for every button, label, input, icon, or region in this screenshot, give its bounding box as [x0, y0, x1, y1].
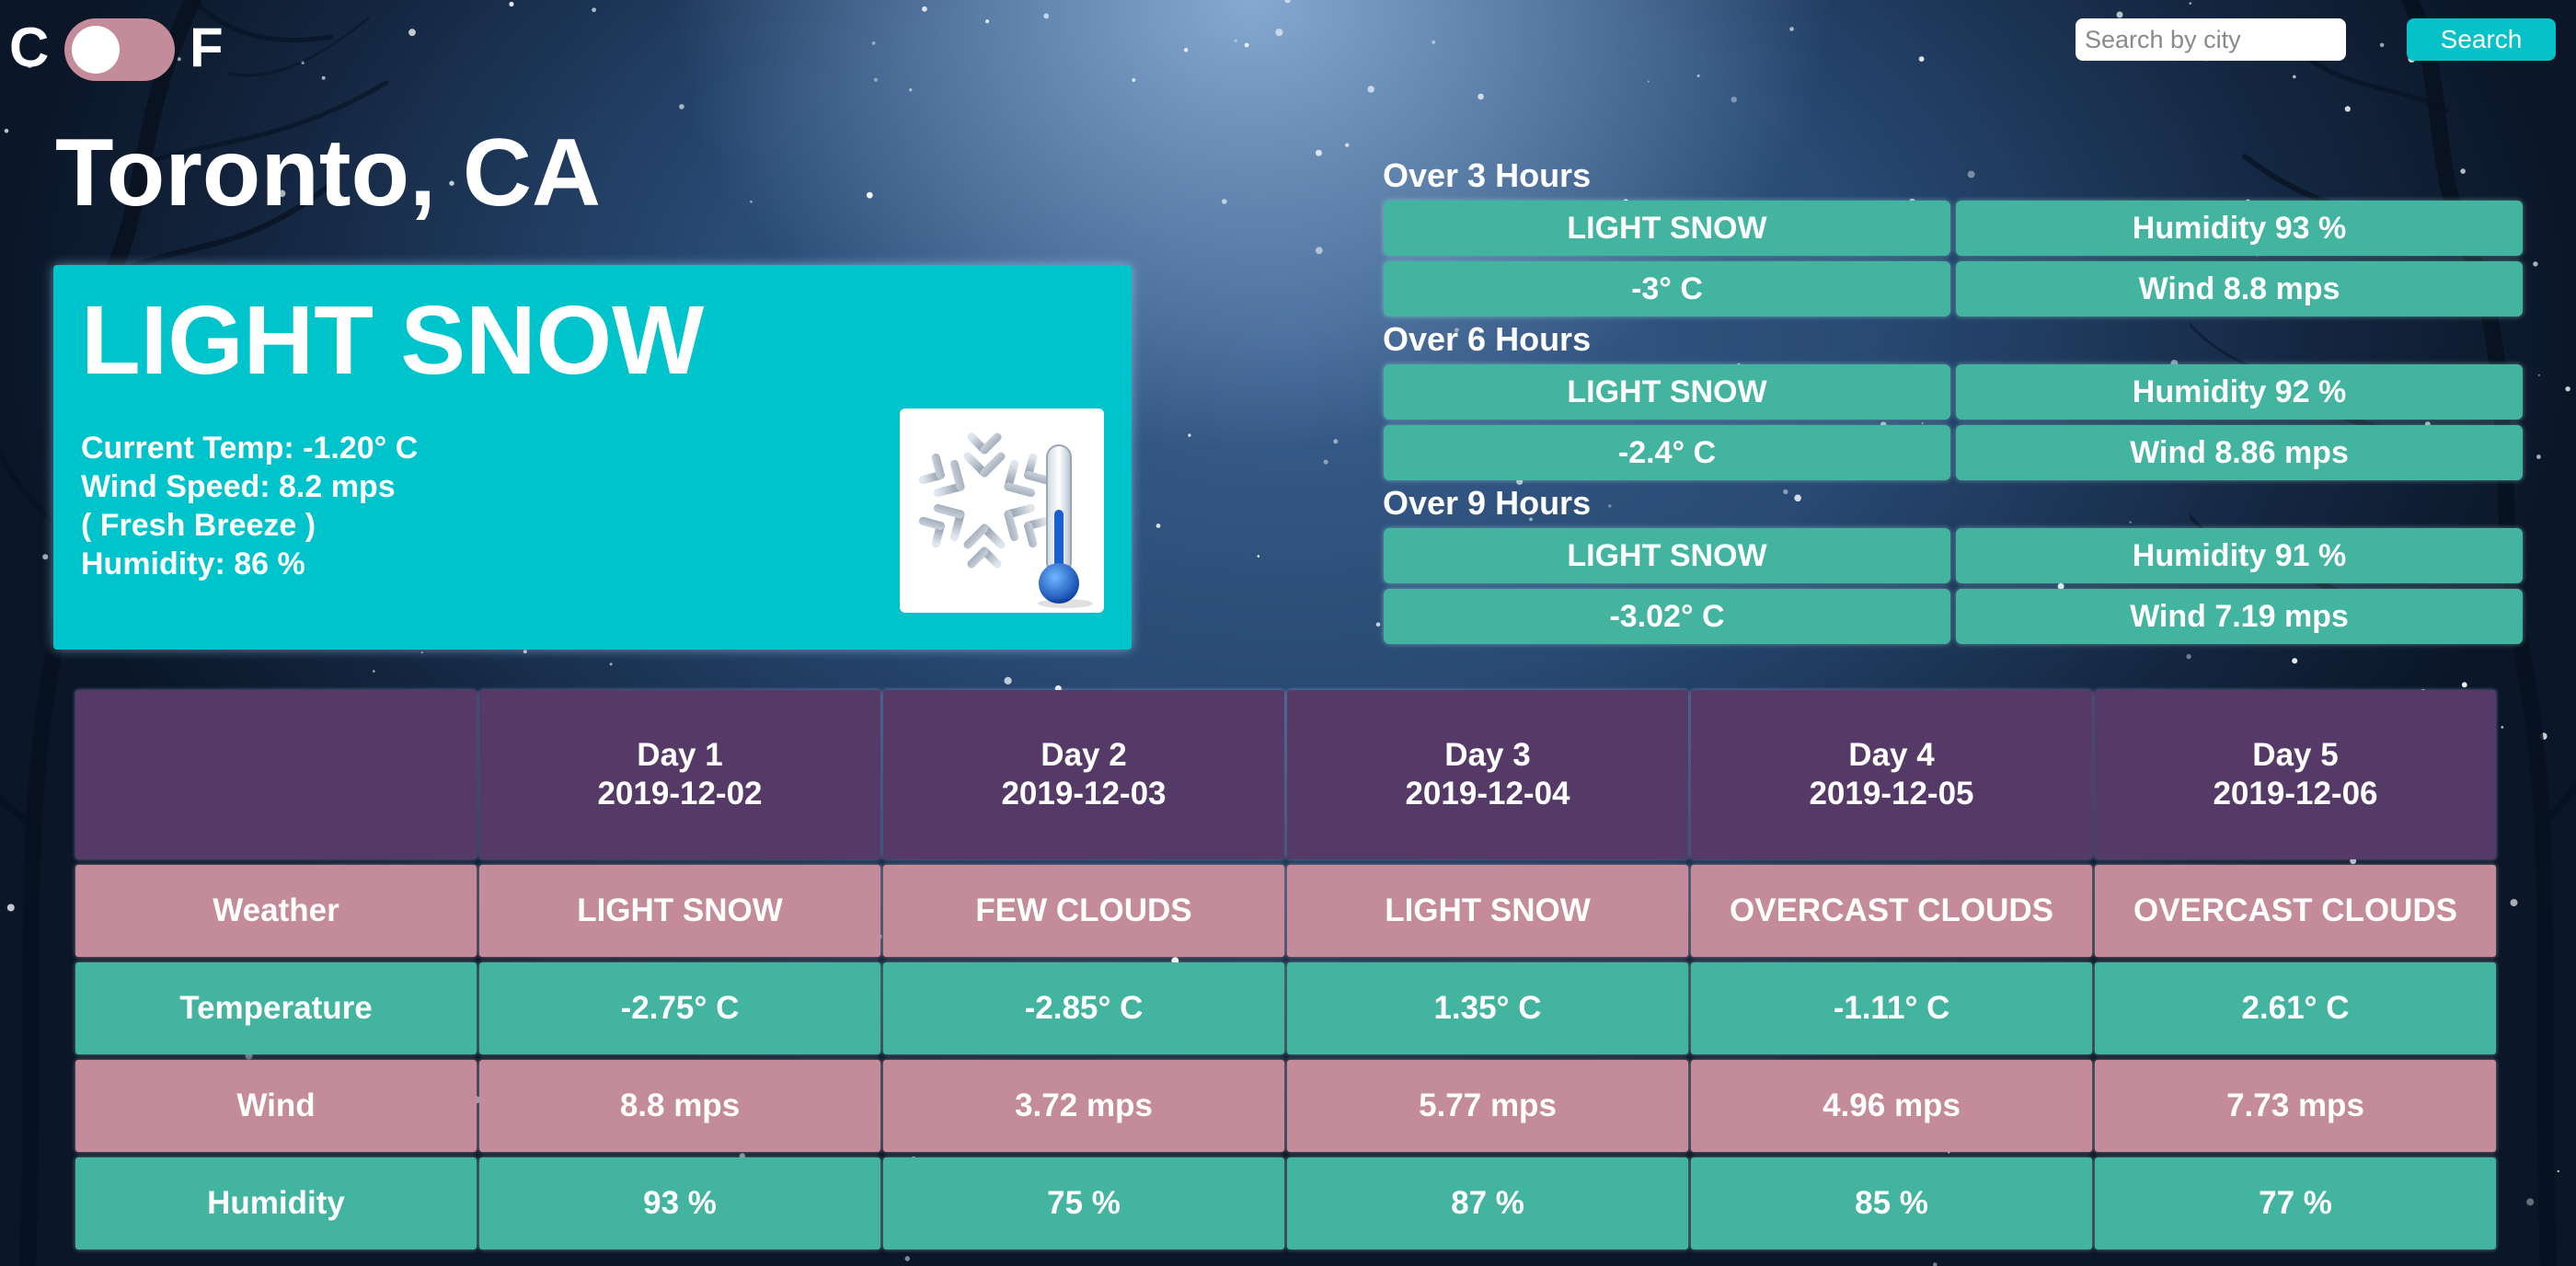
- temperature-cell: -2.85° C: [883, 962, 1284, 1054]
- hourly-wind: Wind 8.86 mps: [1956, 425, 2523, 480]
- hourly-humidity: Humidity 91 %: [1956, 528, 2523, 583]
- city-title: Toronto, CA: [55, 120, 602, 226]
- hourly-title: Over 3 Hours: [1383, 156, 1592, 194]
- day-header: Day 2 2019-12-03: [883, 690, 1284, 859]
- hourly-description: LIGHT SNOW: [1384, 364, 1950, 420]
- snowflake-thermometer-icon: [900, 409, 1104, 613]
- weather-cell: OVERCAST CLOUDS: [1691, 865, 2092, 957]
- wind-cell: 4.96 mps: [1691, 1060, 2092, 1152]
- day-date: 2019-12-02: [597, 776, 763, 811]
- fahrenheit-label: F: [190, 17, 224, 78]
- day-date: 2019-12-05: [1809, 776, 1974, 811]
- table-corner-cell: [75, 690, 477, 859]
- humidity-cell: 87 %: [1287, 1157, 1688, 1249]
- weather-cell: LIGHT SNOW: [1287, 865, 1688, 957]
- temperature-cell: 1.35° C: [1287, 962, 1688, 1054]
- wind-cell: 7.73 mps: [2095, 1060, 2496, 1152]
- weather-cell: OVERCAST CLOUDS: [2095, 865, 2496, 957]
- day-date: 2019-12-04: [1405, 776, 1570, 811]
- day-label: Day 3: [1444, 737, 1531, 773]
- day-header: Day 3 2019-12-04: [1287, 690, 1688, 859]
- hourly-humidity: Humidity 92 %: [1956, 364, 2523, 420]
- day-header: Day 5 2019-12-06: [2095, 690, 2496, 859]
- current-humidity: Humidity: 86 %: [81, 547, 305, 581]
- day-date: 2019-12-03: [1001, 776, 1167, 811]
- temperature-cell: -1.11° C: [1691, 962, 2092, 1054]
- current-weather-panel: LIGHT SNOW Current Temp: -1.20° C Wind S…: [53, 265, 1132, 650]
- row-label-weather: Weather: [75, 865, 477, 957]
- current-temp: Current Temp: -1.20° C: [81, 431, 419, 466]
- wind-cell: 5.77 mps: [1287, 1060, 1688, 1152]
- hourly-description: LIGHT SNOW: [1384, 201, 1950, 256]
- row-label-humidity: Humidity: [75, 1157, 477, 1249]
- day-header: Day 1 2019-12-02: [479, 690, 880, 859]
- current-details: Current Temp: -1.20° C Wind Speed: 8.2 m…: [81, 429, 418, 583]
- current-description: LIGHT SNOW: [81, 286, 705, 395]
- unit-toggle[interactable]: [64, 18, 175, 81]
- humidity-cell: 77 %: [2095, 1157, 2496, 1249]
- hourly-temp: -3° C: [1384, 261, 1950, 316]
- hourly-description: LIGHT SNOW: [1384, 528, 1950, 583]
- unit-toggle-knob[interactable]: [72, 26, 120, 74]
- day-label: Day 2: [1041, 737, 1127, 773]
- hourly-wind: Wind 7.19 mps: [1956, 589, 2523, 644]
- wind-cell: 8.8 mps: [479, 1060, 880, 1152]
- row-label-wind: Wind: [75, 1060, 477, 1152]
- hourly-title: Over 9 Hours: [1383, 484, 1592, 522]
- day-date: 2019-12-06: [2213, 776, 2378, 811]
- current-wind-description: ( Fresh Breeze ): [81, 508, 316, 543]
- current-wind-speed: Wind Speed: 8.2 mps: [81, 469, 396, 504]
- search-button[interactable]: Search: [2407, 18, 2556, 61]
- humidity-cell: 75 %: [883, 1157, 1284, 1249]
- humidity-cell: 85 %: [1691, 1157, 2092, 1249]
- hourly-wind: Wind 8.8 mps: [1956, 261, 2523, 316]
- hourly-title: Over 6 Hours: [1383, 320, 1592, 358]
- humidity-cell: 93 %: [479, 1157, 880, 1249]
- temperature-cell: -2.75° C: [479, 962, 880, 1054]
- row-label-temperature: Temperature: [75, 962, 477, 1054]
- day-header: Day 4 2019-12-05: [1691, 690, 2092, 859]
- hourly-humidity: Humidity 93 %: [1956, 201, 2523, 256]
- weather-cell: LIGHT SNOW: [479, 865, 880, 957]
- celsius-label: C: [9, 17, 50, 78]
- day-label: Day 1: [637, 737, 723, 773]
- weather-cell: FEW CLOUDS: [883, 865, 1284, 957]
- day-label: Day 5: [2252, 737, 2339, 773]
- day-label: Day 4: [1848, 737, 1935, 773]
- temperature-cell: 2.61° C: [2095, 962, 2496, 1054]
- hourly-temp: -3.02° C: [1384, 589, 1950, 644]
- wind-cell: 3.72 mps: [883, 1060, 1284, 1152]
- search-input[interactable]: [2076, 18, 2346, 61]
- hourly-temp: -2.4° C: [1384, 425, 1950, 480]
